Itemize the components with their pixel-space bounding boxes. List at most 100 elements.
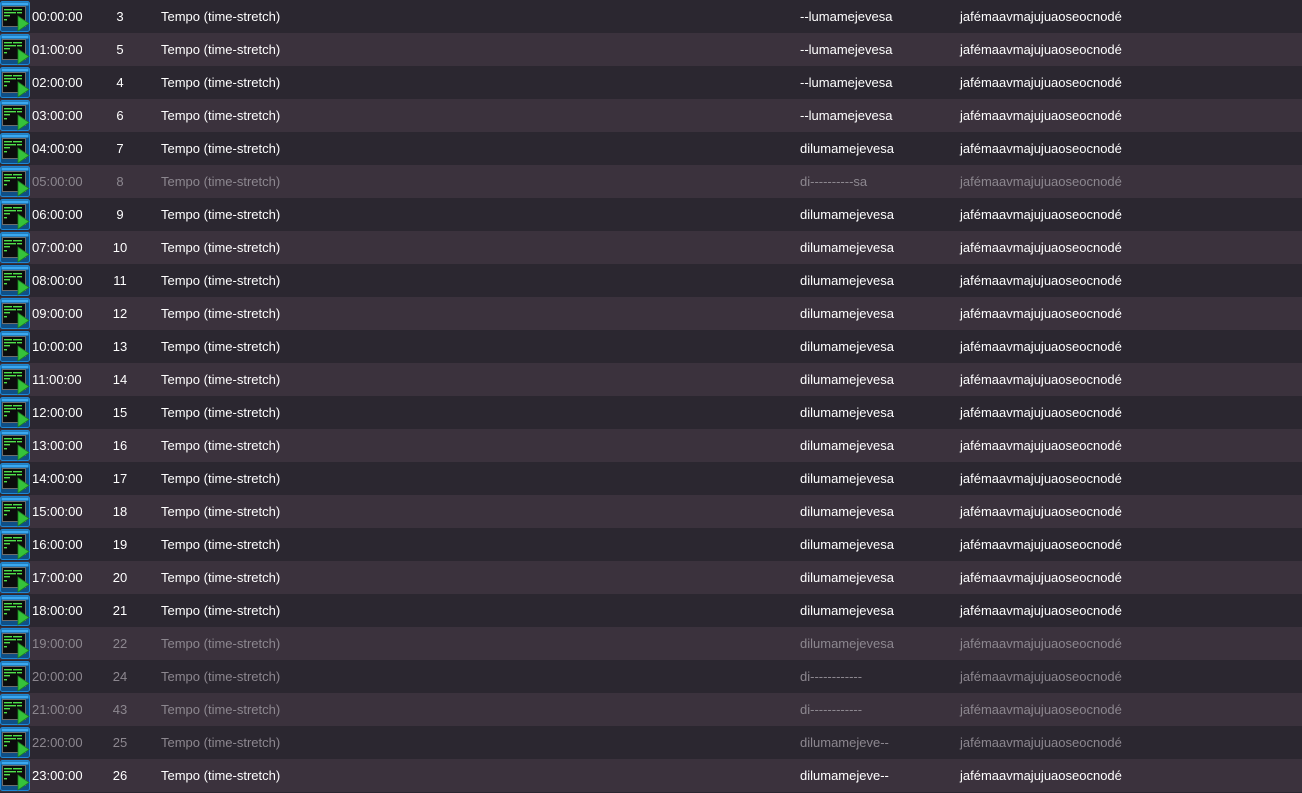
clip-thumbnail-icon[interactable] bbox=[0, 661, 30, 692]
clip-extra: jafémaavmajujuaoseocnodé bbox=[960, 735, 1122, 750]
clip-extra: jafémaavmajujuaoseocnodé bbox=[960, 273, 1122, 288]
clip-extra: jafémaavmajujuaoseocnodé bbox=[960, 372, 1122, 387]
clip-number: 20 bbox=[112, 570, 128, 585]
clip-name: dilumamejevesa bbox=[800, 141, 894, 156]
list-item[interactable]: 12:00:00 15 Tempo (time-stretch) dilumameje… bbox=[0, 396, 1302, 429]
clip-thumbnail-icon[interactable] bbox=[0, 397, 30, 428]
list-item[interactable]: 05:00:00 8 Tempo (time-stretch) di---------… bbox=[0, 165, 1302, 198]
clip-time: 12:00:00 bbox=[32, 405, 83, 420]
clip-thumbnail-icon[interactable] bbox=[0, 694, 30, 725]
clip-number: 12 bbox=[112, 306, 128, 321]
list-item[interactable]: 14:00:00 17 Tempo (time-stretch) dilumameje… bbox=[0, 462, 1302, 495]
list-item[interactable]: 07:00:00 10 Tempo (time-stretch) dilumameje… bbox=[0, 231, 1302, 264]
clip-thumbnail-icon[interactable] bbox=[0, 34, 30, 65]
clip-thumbnail-icon[interactable] bbox=[0, 364, 30, 395]
clip-thumbnail-icon[interactable] bbox=[0, 529, 30, 560]
list-item[interactable]: 17:00:00 20 Tempo (time-stretch) dilumameje… bbox=[0, 561, 1302, 594]
list-item[interactable]: 02:00:00 4 Tempo (time-stretch) --lumamejev… bbox=[0, 66, 1302, 99]
list-item[interactable]: 16:00:00 19 Tempo (time-stretch) dilumameje… bbox=[0, 528, 1302, 561]
clip-extra: jafémaavmajujuaoseocnodé bbox=[960, 768, 1122, 783]
clip-time: 09:00:00 bbox=[32, 306, 83, 321]
clip-thumbnail-icon[interactable] bbox=[0, 1, 30, 32]
clip-thumbnail-icon[interactable] bbox=[0, 595, 30, 626]
list-item[interactable]: 08:00:00 11 Tempo (time-stretch) dilumameje… bbox=[0, 264, 1302, 297]
clip-number: 8 bbox=[116, 174, 124, 189]
clip-effect: Tempo (time-stretch) bbox=[161, 471, 281, 486]
clip-time: 17:00:00 bbox=[32, 570, 83, 585]
clip-effect: Tempo (time-stretch) bbox=[161, 75, 281, 90]
clip-name: dilumamejevesa bbox=[800, 240, 894, 255]
clip-time: 02:00:00 bbox=[32, 75, 83, 90]
clip-thumbnail-icon[interactable] bbox=[0, 166, 30, 197]
list-item[interactable]: 03:00:00 6 Tempo (time-stretch) --lumamejev… bbox=[0, 99, 1302, 132]
clip-extra: jafémaavmajujuaoseocnodé bbox=[960, 108, 1122, 123]
clip-thumbnail-icon[interactable] bbox=[0, 133, 30, 164]
list-item[interactable]: 09:00:00 12 Tempo (time-stretch) dilumameje… bbox=[0, 297, 1302, 330]
list-item[interactable]: 23:00:00 26 Tempo (time-stretch) dilumameje… bbox=[0, 759, 1302, 792]
clip-effect: Tempo (time-stretch) bbox=[161, 768, 281, 783]
clip-number: 16 bbox=[112, 438, 128, 453]
clip-thumbnail-icon[interactable] bbox=[0, 67, 30, 98]
clip-number: 10 bbox=[112, 240, 128, 255]
list-item[interactable]: 13:00:00 16 Tempo (time-stretch) dilumameje… bbox=[0, 429, 1302, 462]
list-item[interactable]: 01:00:00 5 Tempo (time-stretch) --lumamejev… bbox=[0, 33, 1302, 66]
clip-thumbnail-icon[interactable] bbox=[0, 331, 30, 362]
list-item[interactable]: 04:00:00 7 Tempo (time-stretch) dilumamejev… bbox=[0, 132, 1302, 165]
clip-thumbnail-icon[interactable] bbox=[0, 496, 30, 527]
clip-effect: Tempo (time-stretch) bbox=[161, 405, 281, 420]
clip-effect: Tempo (time-stretch) bbox=[161, 438, 281, 453]
clip-thumbnail-icon[interactable] bbox=[0, 232, 30, 263]
clip-name: di------------ bbox=[800, 669, 863, 684]
clip-thumbnail-icon[interactable] bbox=[0, 628, 30, 659]
clip-number: 25 bbox=[112, 735, 128, 750]
clip-name: --lumamejevesa bbox=[800, 108, 893, 123]
clip-effect: Tempo (time-stretch) bbox=[161, 306, 281, 321]
list-item[interactable]: 21:00:00 43 Tempo (time-stretch) di--------… bbox=[0, 693, 1302, 726]
clip-name: dilumamejevesa bbox=[800, 603, 894, 618]
list-item[interactable]: 19:00:00 22 Tempo (time-stretch) dilumameje… bbox=[0, 627, 1302, 660]
clip-extra: jafémaavmajujuaoseocnodé bbox=[960, 405, 1122, 420]
list-item[interactable]: 18:00:00 21 Tempo (time-stretch) dilumameje… bbox=[0, 594, 1302, 627]
clip-thumbnail-icon[interactable] bbox=[0, 463, 30, 494]
list-item[interactable]: 22:00:00 25 Tempo (time-stretch) dilumameje… bbox=[0, 726, 1302, 759]
clip-time: 07:00:00 bbox=[32, 240, 83, 255]
clip-effect: Tempo (time-stretch) bbox=[161, 207, 281, 222]
clip-thumbnail-icon[interactable] bbox=[0, 760, 30, 791]
clip-extra: jafémaavmajujuaoseocnodé bbox=[960, 702, 1122, 717]
clip-time: 01:00:00 bbox=[32, 42, 83, 57]
clip-thumbnail-icon[interactable] bbox=[0, 298, 30, 329]
clip-time: 19:00:00 bbox=[32, 636, 83, 651]
list-item[interactable]: 11:00:00 14 Tempo (time-stretch) dilumameje… bbox=[0, 363, 1302, 396]
clip-thumbnail-icon[interactable] bbox=[0, 727, 30, 758]
clip-name: dilumamejevesa bbox=[800, 339, 894, 354]
clip-extra: jafémaavmajujuaoseocnodé bbox=[960, 636, 1122, 651]
list-item[interactable]: 10:00:00 13 Tempo (time-stretch) dilumameje… bbox=[0, 330, 1302, 363]
clip-time: 05:00:00 bbox=[32, 174, 83, 189]
list-item[interactable]: 06:00:00 9 Tempo (time-stretch) dilumamejev… bbox=[0, 198, 1302, 231]
clip-name: dilumamejevesa bbox=[800, 306, 894, 321]
clip-thumbnail-icon[interactable] bbox=[0, 265, 30, 296]
clip-time: 04:00:00 bbox=[32, 141, 83, 156]
list-item[interactable]: 15:00:00 18 Tempo (time-stretch) dilumameje… bbox=[0, 495, 1302, 528]
clip-thumbnail-icon[interactable] bbox=[0, 562, 30, 593]
clip-name: --lumamejevesa bbox=[800, 75, 893, 90]
clip-thumbnail-icon[interactable] bbox=[0, 430, 30, 461]
clip-number: 24 bbox=[112, 669, 128, 684]
clip-thumbnail-icon[interactable] bbox=[0, 100, 30, 131]
clip-extra: jafémaavmajujuaoseocnodé bbox=[960, 240, 1122, 255]
clip-number: 26 bbox=[112, 768, 128, 783]
list-item[interactable]: 00:00:00 3 Tempo (time-stretch) --lumamejev… bbox=[0, 0, 1302, 33]
clip-time: 11:00:00 bbox=[32, 372, 82, 387]
clip-name: dilumamejeve-- bbox=[800, 735, 889, 750]
clip-name: --lumamejevesa bbox=[800, 42, 893, 57]
clip-number: 17 bbox=[112, 471, 128, 486]
clip-extra: jafémaavmajujuaoseocnodé bbox=[960, 42, 1122, 57]
clip-extra: jafémaavmajujuaoseocnodé bbox=[960, 669, 1122, 684]
clip-extra: jafémaavmajujuaoseocnodé bbox=[960, 141, 1122, 156]
clip-name: di------------ bbox=[800, 702, 863, 717]
clip-thumbnail-icon[interactable] bbox=[0, 199, 30, 230]
clip-number: 3 bbox=[116, 9, 124, 24]
clip-effect: Tempo (time-stretch) bbox=[161, 273, 281, 288]
list-item[interactable]: 20:00:00 24 Tempo (time-stretch) di--------… bbox=[0, 660, 1302, 693]
clip-name: dilumamejevesa bbox=[800, 504, 894, 519]
